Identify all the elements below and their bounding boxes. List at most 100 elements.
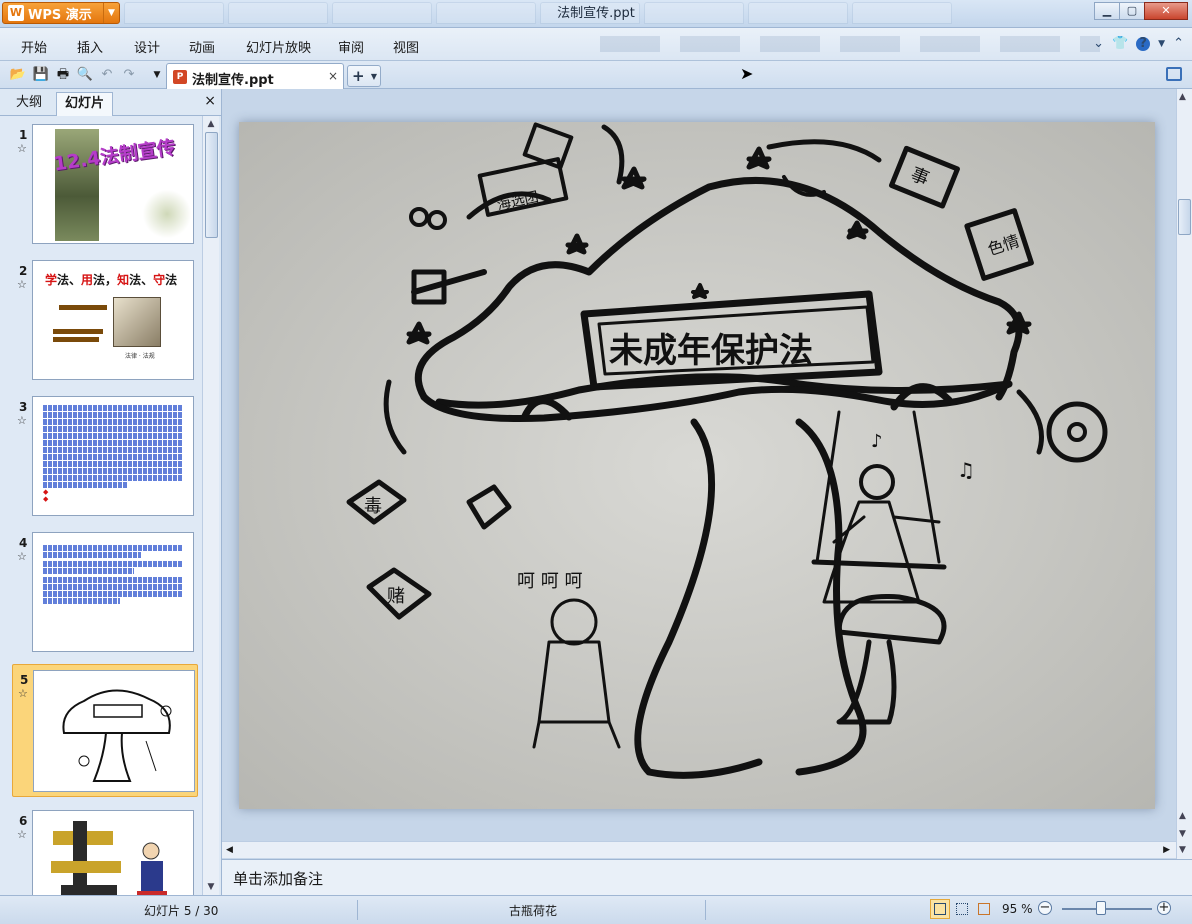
close-window-button[interactable]: ✕ bbox=[1144, 2, 1188, 20]
heading-part: 法、 bbox=[57, 273, 82, 287]
thumbnail-frame bbox=[32, 810, 194, 895]
scrollbar-thumb[interactable] bbox=[1178, 199, 1191, 235]
thumbnail-text-line bbox=[43, 591, 183, 597]
music-note: ♪ bbox=[871, 431, 883, 452]
thumbnail-scrollbar[interactable]: ▲ ▼ bbox=[202, 116, 219, 895]
document-tab-label: 法制宣传.ppt bbox=[192, 73, 274, 88]
quick-access-toolbar: 📂 💾 🖶 🔍 ↶ ↷ ▼ P 法制宣传.ppt × + ▼ bbox=[0, 61, 1192, 89]
notes-pane[interactable]: 单击添加备注 bbox=[222, 859, 1192, 895]
current-slide[interactable]: 未成年保护法 海选团 事 色情 毒 赌 呵 呵 呵 ♪ ♫ bbox=[239, 122, 1155, 809]
horizontal-scrollbar[interactable]: ◀ ▶ bbox=[222, 841, 1176, 858]
menu-review[interactable]: 审阅 bbox=[338, 37, 364, 56]
close-tab-icon[interactable]: × bbox=[328, 69, 338, 83]
zoom-level: 95 % bbox=[1002, 902, 1033, 916]
status-divider bbox=[705, 900, 706, 920]
slideshow-icon bbox=[978, 903, 990, 915]
slide-sorter-button[interactable] bbox=[952, 899, 972, 919]
skin-icon[interactable]: 👕 bbox=[1112, 36, 1128, 51]
slide-thumbnail-4[interactable]: 4 ☆ bbox=[12, 528, 198, 656]
banner-text: 未成年保护法 bbox=[609, 331, 813, 371]
slide-thumbnail-3[interactable]: 3 ☆ ◆ ◆ bbox=[12, 392, 198, 520]
menu-home[interactable]: 开始 bbox=[21, 37, 47, 56]
close-panel-icon[interactable]: × bbox=[204, 93, 216, 109]
thumbnail-text-line bbox=[53, 329, 103, 334]
slide-thumbnail-6[interactable]: 6 ☆ bbox=[12, 806, 198, 895]
menu-animation[interactable]: 动画 bbox=[189, 37, 215, 56]
vertical-scrollbar[interactable]: ▲ ▲ ▼ ▼ bbox=[1176, 89, 1192, 859]
slide-thumbnail-2[interactable]: 2 ☆ 学法、用法，知法、守法 法律 · 法规 bbox=[12, 256, 198, 384]
scroll-down-icon[interactable]: ▼ bbox=[1179, 845, 1186, 855]
zoom-in-button[interactable]: + bbox=[1157, 901, 1171, 915]
slideshow-button[interactable] bbox=[974, 899, 994, 919]
thumbnail-frame bbox=[32, 532, 194, 652]
animation-star-icon: ☆ bbox=[17, 414, 27, 427]
menu-view[interactable]: 视图 bbox=[393, 37, 419, 56]
menu-design[interactable]: 设计 bbox=[134, 37, 160, 56]
thumbnail-text-line bbox=[43, 482, 127, 488]
scrollbar-thumb[interactable] bbox=[205, 132, 218, 238]
chevron-down-icon[interactable]: ▼ bbox=[371, 67, 377, 87]
faded-background-text bbox=[600, 36, 1100, 52]
slide-thumbnail-1[interactable]: 1 ☆ 12.4法制宣传 bbox=[12, 120, 198, 248]
slide-number: 6 bbox=[19, 814, 28, 828]
next-slide-icon[interactable]: ▼ bbox=[1179, 829, 1186, 839]
heading-part: 学 bbox=[45, 273, 58, 287]
previous-slide-icon[interactable]: ▲ bbox=[1179, 811, 1186, 821]
tab-outline[interactable]: 大纲 bbox=[8, 92, 50, 116]
plus-icon: + bbox=[352, 67, 365, 85]
chevron-down-icon[interactable]: ⌄ bbox=[1093, 36, 1104, 51]
save-icon[interactable]: 💾 bbox=[32, 66, 50, 84]
slide-number: 3 bbox=[19, 400, 28, 414]
slide-number: 4 bbox=[19, 536, 28, 550]
thumbnail-text-line bbox=[53, 337, 99, 342]
collapse-ribbon-icon[interactable]: ⌃ bbox=[1173, 36, 1184, 51]
thumbnail-frame: ◆ ◆ bbox=[32, 396, 194, 516]
thumbnail-caption: 法律 · 法规 bbox=[125, 353, 155, 360]
thumbnail-text-line bbox=[43, 561, 183, 567]
menu-bar: 开始 插入 设计 动画 幻灯片放映 审阅 视图 ⌄ 👕 ? ▼ ⌃ bbox=[0, 28, 1192, 61]
zoom-out-button[interactable]: − bbox=[1038, 901, 1052, 915]
slide-number: 1 bbox=[19, 128, 28, 142]
notes-placeholder: 单击添加备注 bbox=[233, 870, 324, 888]
thumbnail-text-line bbox=[43, 447, 183, 453]
thumbnail-text-line bbox=[43, 584, 183, 590]
heading-part: 法、 bbox=[129, 273, 154, 287]
menu-right-controls: ⌄ 👕 ? ▼ ⌃ bbox=[1093, 36, 1184, 51]
thumbnail-heading: 学法、用法，知法、守法 bbox=[45, 271, 177, 288]
mushroom-drawing: 未成年保护法 海选团 事 色情 毒 赌 呵 呵 呵 ♪ ♫ bbox=[239, 122, 1155, 809]
thumbnail-text-line bbox=[43, 426, 183, 432]
chevron-down-icon[interactable]: ▼ bbox=[1158, 39, 1165, 49]
zoom-slider-handle[interactable] bbox=[1096, 901, 1106, 915]
print-icon[interactable]: 🖶 bbox=[54, 66, 72, 84]
scroll-right-icon[interactable]: ▶ bbox=[1163, 845, 1170, 855]
thumbnail-text-line bbox=[43, 433, 183, 439]
thumbnail-text-line bbox=[43, 577, 183, 583]
music-note: ♫ bbox=[957, 458, 975, 482]
menu-insert[interactable]: 插入 bbox=[77, 37, 103, 56]
customize-toolbar-icon[interactable]: ▼ bbox=[148, 66, 166, 84]
status-bar: 幻灯片 5 / 30 古瓶荷花 95 % − + bbox=[0, 895, 1192, 924]
new-tab-button[interactable]: + ▼ bbox=[347, 65, 381, 87]
scroll-up-icon[interactable]: ▲ bbox=[1179, 92, 1186, 102]
normal-view-button[interactable] bbox=[930, 899, 950, 919]
scroll-down-icon[interactable]: ▼ bbox=[203, 879, 219, 895]
menu-slideshow[interactable]: 幻灯片放映 bbox=[246, 37, 311, 56]
window-layout-icon[interactable] bbox=[1166, 67, 1182, 81]
tab-slides[interactable]: 幻灯片 bbox=[56, 92, 114, 116]
undo-icon[interactable]: ↶ bbox=[98, 66, 116, 84]
mouse-cursor-icon: ➤ bbox=[740, 64, 754, 83]
document-tab[interactable]: P 法制宣传.ppt × bbox=[166, 63, 344, 89]
redo-icon[interactable]: ↷ bbox=[120, 66, 138, 84]
thumbnail-text-line bbox=[43, 405, 183, 411]
thumbnail-text-line bbox=[43, 412, 183, 418]
cube-text-2: 赌 bbox=[387, 586, 405, 607]
slide-thumbnail-5[interactable]: 5 ☆ bbox=[12, 664, 198, 797]
scroll-left-icon[interactable]: ◀ bbox=[226, 845, 233, 855]
print-preview-icon[interactable]: 🔍 bbox=[76, 66, 94, 84]
scroll-up-icon[interactable]: ▲ bbox=[203, 116, 219, 132]
minimize-button[interactable]: ▁ bbox=[1094, 2, 1120, 20]
help-icon[interactable]: ? bbox=[1136, 36, 1151, 51]
maximize-button[interactable]: ▢ bbox=[1119, 2, 1145, 20]
folder-open-icon[interactable]: 📂 bbox=[9, 66, 27, 84]
zoom-slider-track[interactable] bbox=[1062, 908, 1152, 910]
